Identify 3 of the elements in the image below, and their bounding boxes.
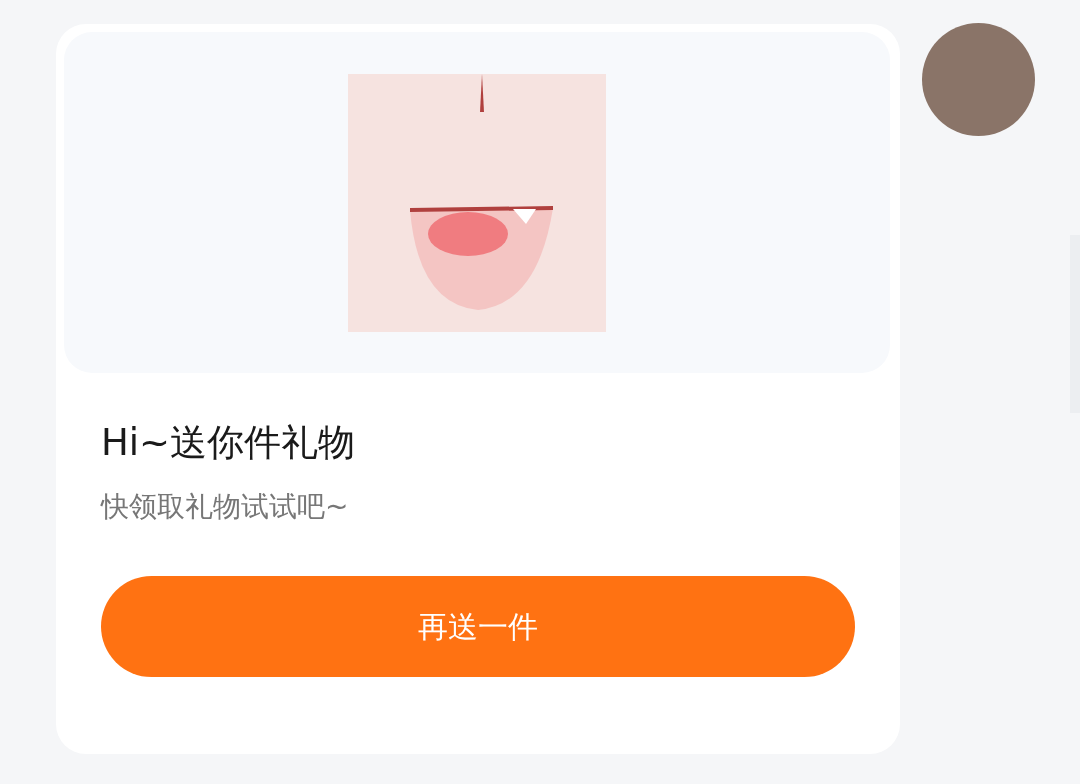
message-title: Hi~送你件礼物: [101, 420, 357, 466]
message-subtitle: 快领取礼物试试吧~: [101, 489, 350, 525]
send-again-button[interactable]: 再送一件: [101, 576, 855, 677]
